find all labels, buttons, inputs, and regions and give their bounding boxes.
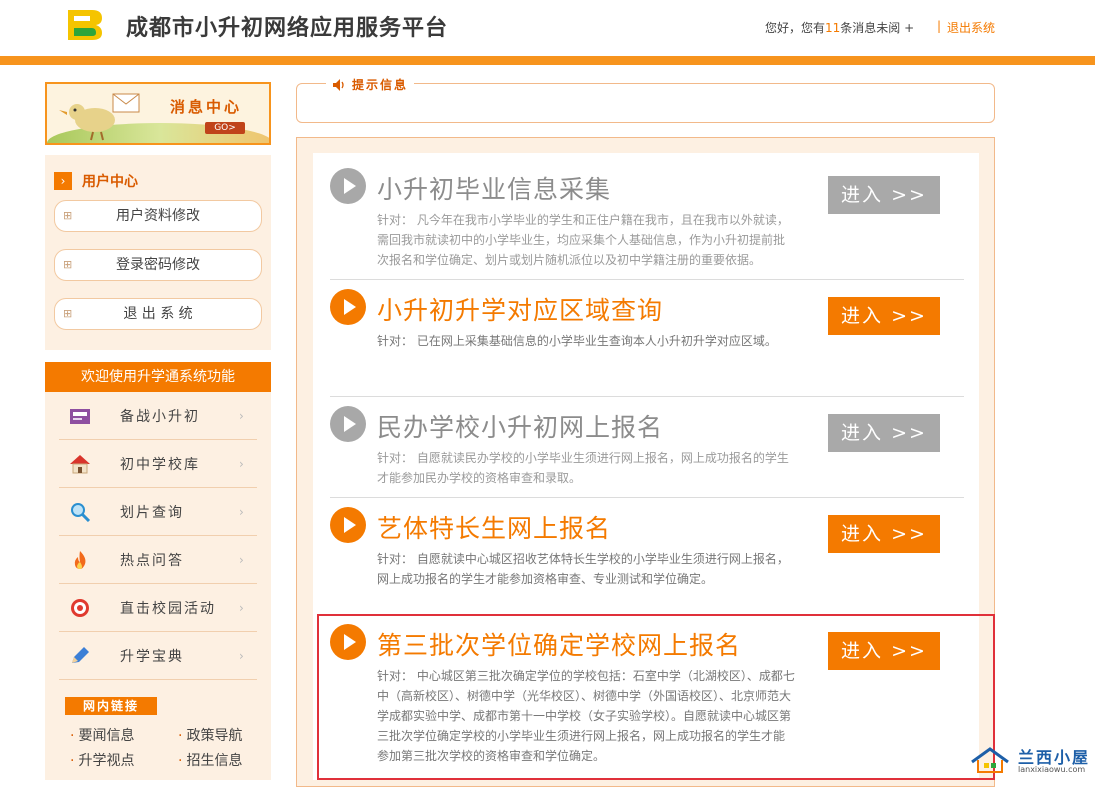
chevron-right-icon: › — [239, 409, 244, 423]
function-list: 备战小升初 › 初中学校库 › 划片查询 › 热点问答 › 直击校园活动 › 升… — [45, 392, 271, 780]
divider — [330, 279, 964, 280]
divider — [59, 679, 257, 680]
logout-link[interactable]: 退出系统 — [947, 19, 995, 36]
chevron-right-icon: › — [239, 553, 244, 567]
exit-system-label: 退 出 系 统 — [123, 306, 193, 322]
link-policy[interactable]: · 政策导航 — [178, 725, 242, 745]
play-icon — [330, 168, 366, 204]
function-label: 直击校园活动 — [120, 601, 216, 617]
enter-button[interactable]: 进入 >> — [828, 515, 940, 553]
target-icon — [71, 599, 89, 617]
site-title: 成都市小升初网络应用服务平台 — [126, 16, 449, 41]
chevron-right-icon: › — [239, 457, 244, 471]
bullet: · — [178, 753, 183, 769]
change-password-button[interactable]: ⊞ 登录密码修改 — [54, 249, 262, 281]
function-label: 划片查询 — [120, 505, 184, 521]
bullet: · — [178, 728, 183, 744]
top-header: 成都市小升初网络应用服务平台 您好，您有11条消息未阅 + | 退出系统 — [0, 0, 1095, 56]
arrow-right-icon: › — [54, 172, 72, 190]
divider — [330, 396, 964, 397]
function-item-zone-query[interactable]: 划片查询 › — [45, 488, 271, 536]
bullet: · — [70, 728, 75, 744]
entry-title: 小升初毕业信息采集 — [377, 175, 612, 204]
link-label: 升学视点 — [78, 753, 135, 769]
user-center-panel: › 用户中心 ⊞ 用户资料修改 ⊞ 登录密码修改 ⊞ 退 出 系 统 — [45, 155, 271, 350]
greeting-prefix: 您好，您有 — [765, 21, 826, 35]
function-item-guide[interactable]: 升学宝典 › — [45, 632, 271, 680]
function-item-prep[interactable]: 备战小升初 › — [45, 392, 271, 440]
function-item-school-library[interactable]: 初中学校库 › — [45, 440, 271, 488]
link-label: 政策导航 — [186, 728, 243, 744]
house-icon — [70, 455, 90, 474]
greeting-suffix: 条消息未阅 + — [840, 21, 915, 35]
message-center-go-button[interactable]: GO> — [205, 122, 245, 134]
welcome-bar: 欢迎使用升学通系统功能 — [45, 362, 271, 392]
exit-system-button[interactable]: ⊞ 退 出 系 统 — [54, 298, 262, 330]
entry-description: 针对： 已在网上采集基础信息的小学毕业生查询本人小升初升学对应区域。 — [377, 334, 777, 348]
function-label: 备战小升初 — [120, 409, 200, 425]
plus-icon: ⊞ — [63, 307, 73, 320]
site-logo-icon — [68, 10, 102, 40]
edit-profile-label: 用户资料修改 — [116, 208, 200, 224]
flame-icon — [74, 551, 86, 569]
notice-label-text: 提示信息 — [352, 78, 409, 92]
chevron-right-icon: › — [239, 649, 244, 663]
bird-envelope-icon — [59, 93, 140, 141]
enter-button[interactable]: 进入 >> — [828, 176, 940, 214]
entry-title: 民办学校小升初网上报名 — [377, 413, 664, 442]
message-center-title: 消息中心 — [170, 98, 243, 116]
user-center-title: 用户中心 — [82, 174, 138, 190]
function-label: 升学宝典 — [120, 649, 184, 665]
user-center-header: › 用户中心 — [54, 171, 138, 191]
plus-icon: ⊞ — [63, 258, 73, 271]
header-accent-bar — [0, 56, 1095, 65]
enter-button[interactable]: 进入 >> — [828, 297, 940, 335]
play-icon — [330, 507, 366, 543]
entry-zone-query: 小升初升学对应区域查询 针对： 已在网上采集基础信息的小学毕业生查询本人小升初升… — [330, 289, 964, 389]
entry-graduation-info: 小升初毕业信息采集 针对： 凡今年在我市小学毕业的学生和正住户籍在我市，且在我市… — [330, 168, 964, 268]
news-icon — [70, 409, 90, 424]
entry-title: 小升初升学对应区域查询 — [377, 296, 664, 325]
entry-description: 针对： 自愿就读民办学校的小学毕业生须进行网上报名，网上成功报名的学生才能参加民… — [377, 451, 789, 485]
function-label: 初中学校库 — [120, 457, 200, 473]
link-news[interactable]: · 要闻信息 — [70, 725, 134, 745]
play-icon — [330, 289, 366, 325]
entry-title: 艺体特长生网上报名 — [377, 514, 612, 543]
change-password-label: 登录密码修改 — [116, 257, 200, 273]
watermark: 兰西小屋 lanxixiaowu.com — [968, 744, 1092, 776]
chevron-right-icon: › — [239, 505, 244, 519]
message-center-banner[interactable]: 消息中心 GO> — [45, 82, 271, 145]
header-separator: | — [937, 19, 942, 33]
bullet: · — [70, 753, 75, 769]
internal-links-title: 网内链接 — [65, 697, 157, 715]
chevron-right-icon: › — [239, 601, 244, 615]
plus-icon: ⊞ — [63, 209, 73, 222]
link-label: 要闻信息 — [78, 728, 135, 744]
unread-messages-link[interactable]: 您好，您有11条消息未阅 + — [765, 19, 914, 36]
link-viewpoint[interactable]: · 升学视点 — [70, 750, 134, 770]
entry-arts-sports: 艺体特长生网上报名 针对： 自愿就读中心城区招收艺体特长生学校的小学毕业生须进行… — [330, 507, 964, 592]
house-logo-icon — [971, 747, 1009, 773]
function-item-campus-activity[interactable]: 直击校园活动 › — [45, 584, 271, 632]
edit-profile-button[interactable]: ⊞ 用户资料修改 — [54, 200, 262, 232]
play-icon — [330, 406, 366, 442]
link-label: 招生信息 — [186, 753, 243, 769]
notice-legend: 提示信息 — [326, 76, 415, 93]
watermark-domain: lanxixiaowu.com — [1018, 765, 1086, 774]
entry-description: 针对： 凡今年在我市小学毕业的学生和正住户籍在我市，且在我市以外就读，需回我市就… — [377, 213, 789, 267]
link-admission[interactable]: · 招生信息 — [178, 750, 242, 770]
magnifier-icon — [71, 503, 91, 522]
function-item-hot-qa[interactable]: 热点问答 › — [45, 536, 271, 584]
speaker-icon — [333, 78, 344, 91]
entry-private-school: 民办学校小升初网上报名 针对： 自愿就读民办学校的小学毕业生须进行网上报名，网上… — [330, 406, 964, 491]
highlight-box — [317, 614, 995, 780]
message-count: 11 — [825, 21, 841, 35]
function-label: 热点问答 — [120, 553, 184, 569]
enter-button[interactable]: 进入 >> — [828, 414, 940, 452]
entry-description: 针对： 自愿就读中心城区招收艺体特长生学校的小学毕业生须进行网上报名，网上成功报… — [377, 552, 789, 586]
pencil-icon — [72, 647, 89, 663]
divider — [330, 497, 964, 498]
